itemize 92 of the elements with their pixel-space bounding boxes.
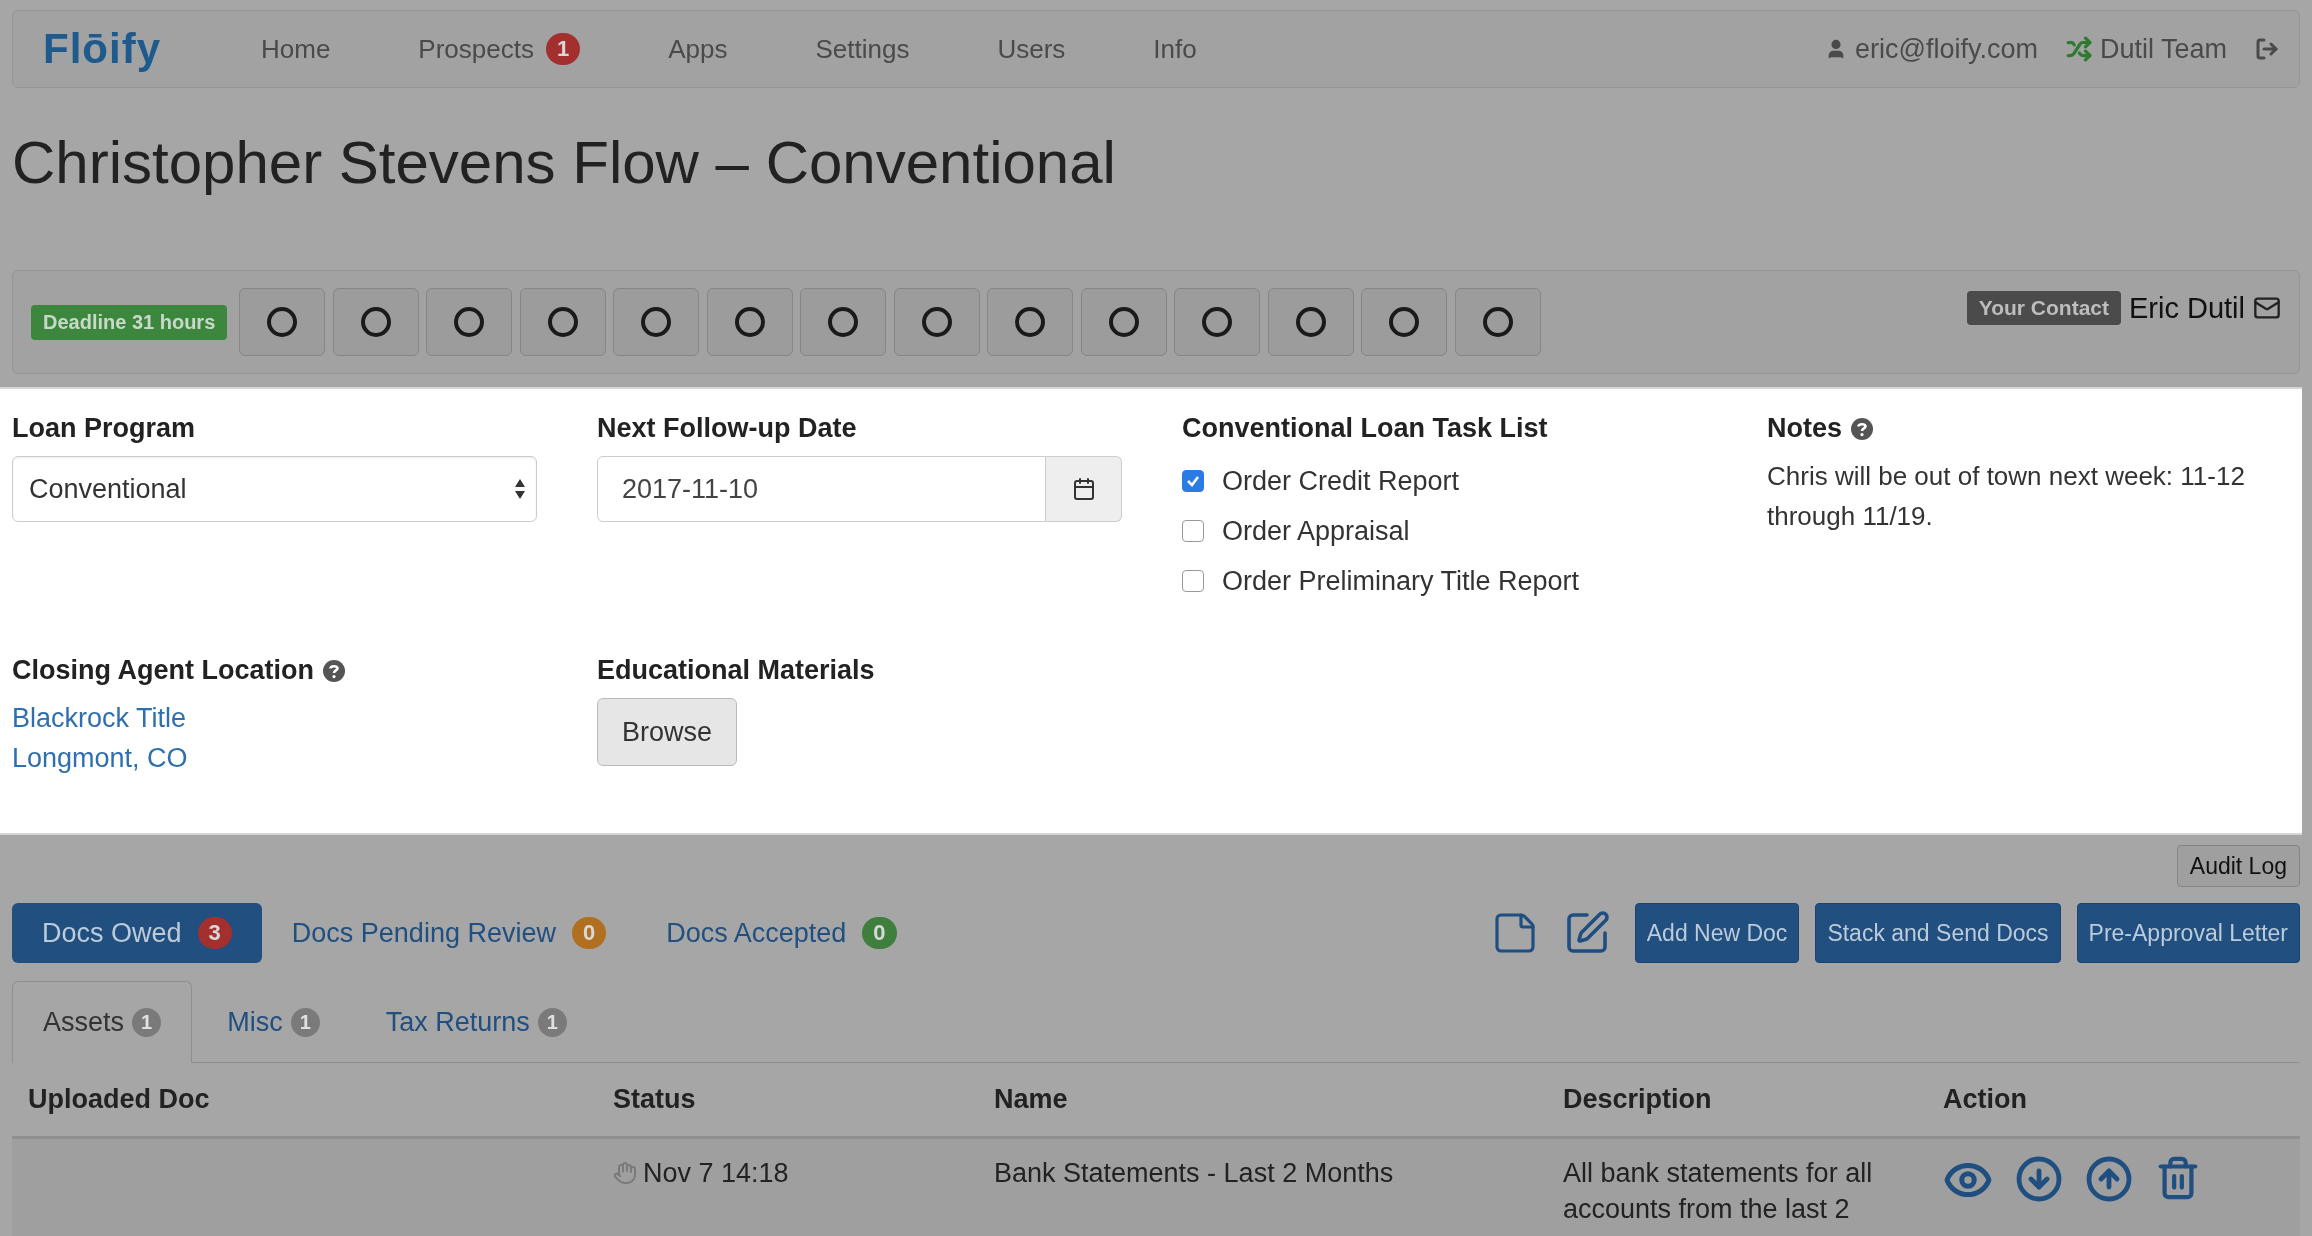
download-icon[interactable] — [2015, 1155, 2063, 1203]
count-badge: 1 — [537, 1008, 567, 1037]
select-field[interactable]: Conventional — [12, 456, 537, 522]
select-arrows-icon — [514, 478, 526, 500]
checkbox[interactable] — [1182, 570, 1204, 592]
circle-icon — [1013, 305, 1048, 339]
field-label: Closing Agent Location — [12, 655, 314, 686]
contact-badge: Your Contact — [1966, 291, 2121, 325]
field-label: Loan Program — [12, 413, 196, 444]
checkbox[interactable] — [1182, 520, 1204, 542]
field-label: Educational Materials — [597, 655, 875, 686]
circle-icon — [452, 305, 487, 339]
agent-link[interactable]: Blackrock Title — [12, 698, 187, 738]
step-button[interactable] — [1174, 288, 1261, 356]
logo[interactable]: Flōify — [43, 25, 161, 73]
step-button[interactable] — [332, 288, 419, 356]
checkbox-label: Order Appraisal — [1222, 515, 1410, 547]
circle-icon — [1293, 305, 1328, 339]
checkbox[interactable] — [1182, 470, 1204, 492]
step-button[interactable] — [1361, 288, 1448, 356]
nav-link[interactable]: Info — [1153, 33, 1197, 65]
agent-link[interactable]: Longmont, CO — [12, 738, 188, 778]
circle-icon — [1106, 305, 1141, 339]
step-button[interactable] — [1454, 288, 1541, 356]
step-button[interactable] — [1267, 288, 1354, 356]
count-badge: 1 — [290, 1008, 320, 1037]
shuffle-icon — [2065, 36, 2092, 62]
browse-button[interactable]: Browse — [597, 698, 738, 766]
section-title: Notes — [1767, 413, 1842, 444]
category-tab[interactable]: Tax Returns 1 — [354, 981, 598, 1063]
column-header: Action — [1943, 1084, 2028, 1115]
count-badge: 0 — [862, 917, 897, 949]
nav-link[interactable]: Settings — [815, 33, 910, 65]
section-title: Conventional Loan Task List — [1182, 413, 1548, 444]
step-button[interactable] — [706, 288, 793, 356]
nav-link[interactable]: Home — [261, 33, 331, 65]
circle-icon — [545, 305, 580, 339]
column-header: Uploaded Doc — [28, 1084, 211, 1115]
step-button[interactable] — [519, 288, 606, 356]
contact-name: Eric Dutil — [2129, 291, 2245, 325]
action-button[interactable]: Pre-Approval Letter — [2076, 903, 2300, 963]
circle-icon — [826, 305, 861, 339]
deadline-badge: Deadline 31 hours — [31, 304, 228, 340]
circle-icon — [639, 305, 674, 339]
step-button[interactable] — [893, 288, 980, 356]
category-tab[interactable]: Assets 1 — [12, 981, 193, 1063]
circle-icon — [1387, 305, 1422, 339]
user-link[interactable]: eric@floify.com — [1825, 33, 2038, 65]
circle-icon — [358, 305, 393, 339]
count-badge: 3 — [197, 917, 232, 949]
upload-icon[interactable] — [2085, 1155, 2133, 1203]
circle-icon — [1200, 305, 1235, 339]
table-cell-text: Bank Statements - Last 2 Months — [994, 1157, 1395, 1190]
calendar-icon[interactable] — [1071, 477, 1096, 501]
column-header: Status — [613, 1084, 697, 1115]
count-badge: 1 — [132, 1008, 162, 1037]
field-label: Next Follow-up Date — [597, 413, 857, 444]
circle-icon — [1480, 305, 1515, 339]
nav-link[interactable]: Users — [997, 33, 1066, 65]
action-button[interactable]: Add New Doc — [1634, 903, 1800, 963]
notes-text: Chris will be out of town next week: 11-12 through 11/19. — [1767, 460, 2246, 533]
docs-tab[interactable]: Docs Accepted 0 — [636, 903, 927, 963]
checkbox-label: Order Preliminary Title Report — [1222, 565, 1580, 597]
table-cell-text: All bank statements for all accounts from the last 2 — [1563, 1157, 1874, 1226]
column-header: Name — [994, 1084, 1069, 1115]
docs-tab[interactable]: Docs Pending Review 0 — [261, 903, 637, 963]
step-button[interactable] — [426, 288, 513, 356]
nav-link[interactable]: Apps — [668, 33, 728, 65]
circle-icon — [265, 305, 300, 339]
column-header: Description — [1563, 1084, 1713, 1115]
nav-link[interactable]: Prospects 1 — [418, 33, 581, 65]
hand-icon — [613, 1161, 637, 1185]
team-link[interactable]: Dutil Team — [2065, 33, 2227, 65]
docs-tab[interactable]: Docs Owed 3 — [12, 903, 262, 963]
audit-log-button[interactable]: Audit Log — [2176, 845, 2300, 887]
logout-icon[interactable] — [2255, 37, 2279, 61]
circle-icon — [919, 305, 954, 339]
step-button[interactable] — [239, 288, 326, 356]
count-badge: 1 — [545, 33, 581, 65]
page-title: Christopher Stevens Flow – Conventional — [11, 128, 1117, 198]
category-tab[interactable]: Misc 1 — [196, 981, 351, 1063]
action-button[interactable]: Stack and Send Docs — [1815, 903, 2061, 963]
table-cell-text: Nov 7 14:18 — [643, 1157, 789, 1190]
step-button[interactable] — [987, 288, 1074, 356]
circle-icon — [732, 305, 767, 339]
checkbox-label: Order Credit Report — [1222, 465, 1460, 497]
step-button[interactable] — [800, 288, 887, 356]
step-button[interactable] — [1080, 288, 1167, 356]
step-button[interactable] — [613, 288, 700, 356]
help-icon[interactable] — [322, 658, 346, 683]
count-badge: 0 — [571, 917, 607, 949]
help-icon[interactable] — [1850, 416, 1874, 441]
